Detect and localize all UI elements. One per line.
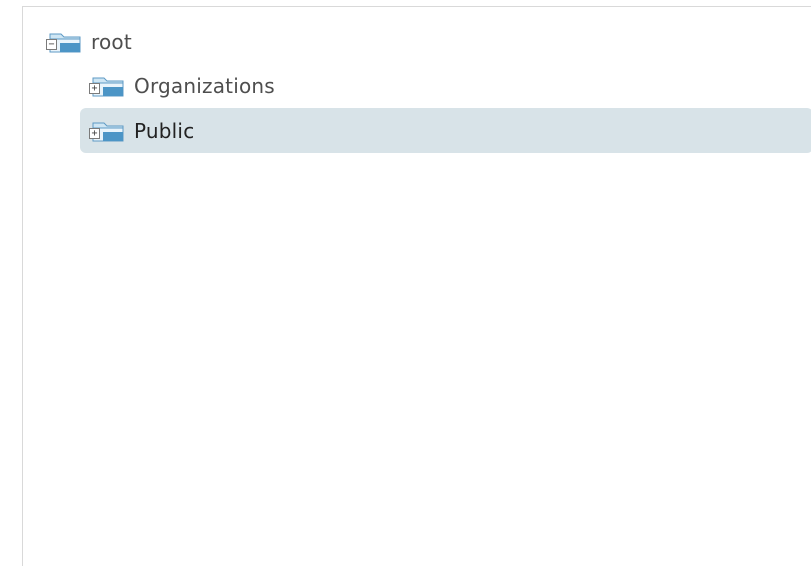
tree-node-label: Public [134, 118, 195, 143]
folder-icon: + [89, 75, 127, 97]
tree-node-public[interactable]: + Public [80, 108, 811, 153]
folder-icon: + [89, 120, 127, 142]
tree-node-root[interactable]: − root [46, 21, 746, 63]
folder-icon: − [46, 31, 84, 53]
tree-panel: − root + Organizations + Public [22, 6, 811, 566]
expand-toggle-icon[interactable]: + [89, 127, 100, 139]
tree-node-organizations[interactable]: + Organizations [89, 65, 811, 107]
tree-node-label: root [91, 30, 132, 54]
tree-node-label: Organizations [134, 74, 275, 98]
expand-toggle-icon[interactable]: + [89, 83, 100, 94]
collapse-toggle-icon[interactable]: − [46, 39, 57, 50]
